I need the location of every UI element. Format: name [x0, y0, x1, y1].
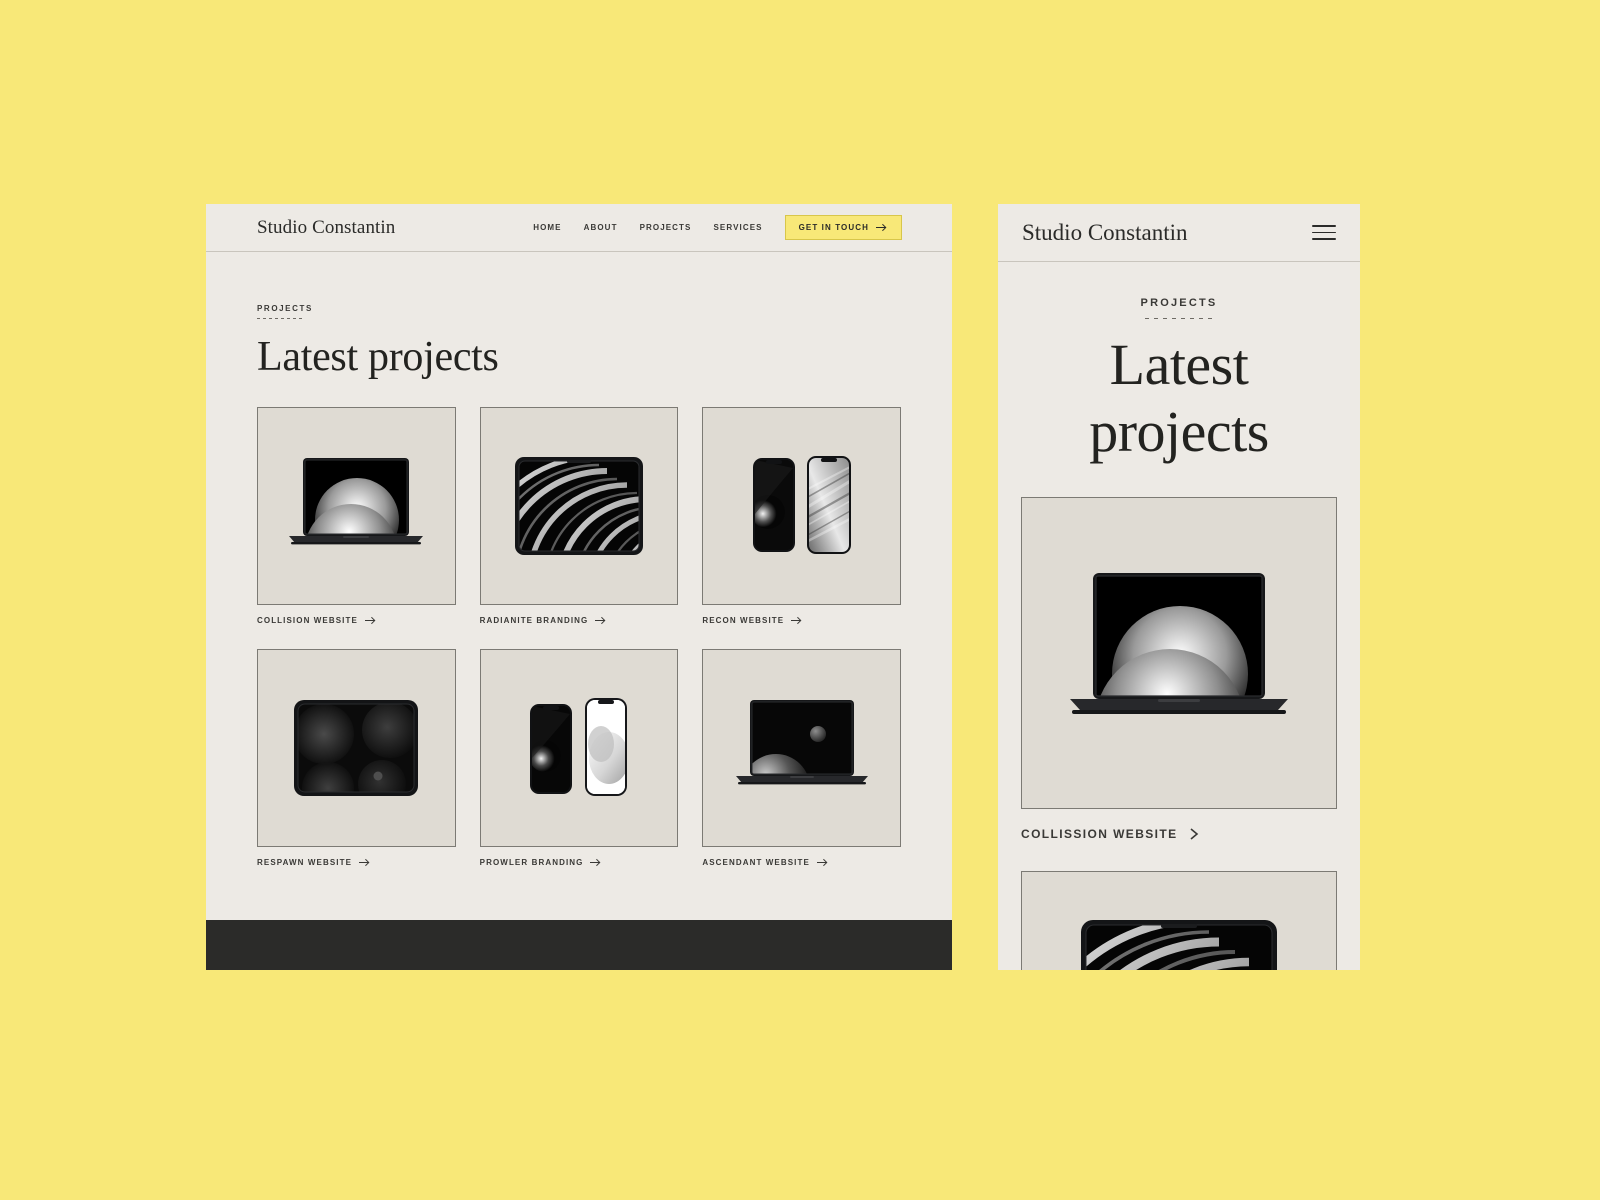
desktop-main: PROJECTS Latest projects COLLISION WEBSI… [206, 252, 952, 867]
project-card[interactable]: ASCENDANT WEBSITE [702, 649, 901, 867]
project-caption[interactable]: RESPAWN WEBSITE [257, 858, 456, 867]
project-title: RADIANITE BRANDING [479, 616, 589, 625]
arrow-right-icon [364, 616, 376, 625]
project-title: RESPAWN WEBSITE [257, 858, 353, 867]
project-thumbnail [702, 649, 901, 847]
eyebrow-dashed-rule [257, 318, 304, 319]
project-caption[interactable]: RADIANITE BRANDING [480, 616, 679, 625]
nav-item-home[interactable]: HOME [533, 223, 561, 232]
project-title: PROWLER BRANDING [479, 858, 584, 867]
nav-item-about[interactable]: ABOUT [584, 223, 618, 232]
project-card[interactable]: PROWLER BRANDING [479, 649, 679, 867]
projects-grid: COLLISION WEBSITE RADIANITE BRANDING REC… [257, 407, 901, 867]
project-caption[interactable]: PROWLER BRANDING [480, 858, 679, 867]
desktop-nav: HOME ABOUT PROJECTS SERVICES GET IN TOUC… [511, 215, 902, 240]
page-title: Latest projects [1089, 332, 1269, 464]
laptop-planet-moon-artwork [735, 700, 868, 785]
project-card[interactable]: RESPAWN WEBSITE [257, 649, 456, 867]
desktop-header: Studio Constantin HOME ABOUT PROJECTS SE… [206, 204, 952, 252]
project-thumbnail [1021, 871, 1337, 970]
project-title: RECON WEBSITE [702, 616, 785, 625]
brand-wordmark[interactable]: Studio Constantin [1022, 220, 1188, 246]
project-card[interactable]: COLLISSION WEBSITE [1021, 497, 1337, 841]
cta-label: GET IN TOUCH [798, 223, 869, 232]
tablet-diagonal-stripes-artwork [514, 457, 643, 555]
arrow-right-icon [595, 616, 606, 625]
eyebrow-dashed-rule [1145, 318, 1213, 319]
hamburger-menu-icon[interactable] [1312, 225, 1336, 240]
tablet-dark-blobs-artwork [294, 700, 419, 796]
project-thumbnail [1021, 497, 1337, 809]
project-title: ASCENDANT WEBSITE [702, 858, 810, 867]
project-card[interactable]: RECON WEBSITE [702, 407, 901, 625]
nav-item-projects[interactable]: PROJECTS [640, 223, 692, 232]
project-caption[interactable]: COLLISION WEBSITE [257, 616, 456, 625]
brand-wordmark[interactable]: Studio Constantin [257, 217, 395, 239]
section-eyebrow: PROJECTS [257, 304, 313, 313]
project-title: COLLISION WEBSITE [257, 616, 358, 625]
get-in-touch-button[interactable]: GET IN TOUCH [784, 215, 902, 240]
nav-item-services[interactable]: SERVICES [713, 223, 762, 232]
project-card[interactable]: COLLISION WEBSITE [257, 407, 456, 625]
page-title: Latest projects [257, 334, 499, 380]
mobile-mockup-frame: Studio Constantin PROJECTS Latest projec… [998, 204, 1360, 970]
project-caption[interactable]: COLLISSION WEBSITE [1021, 827, 1337, 841]
section-eyebrow: PROJECTS [1140, 297, 1218, 309]
mobile-main: PROJECTS Latest projects COLLISSION WEBS… [998, 262, 1360, 970]
project-thumbnail [257, 649, 456, 847]
arrow-right-icon [590, 858, 601, 867]
two-phones-dark-white-artwork [529, 698, 627, 796]
project-caption[interactable]: ASCENDANT WEBSITE [702, 858, 901, 867]
tablet-diagonal-stripes-artwork [1081, 920, 1277, 970]
project-thumbnail [257, 407, 456, 605]
arrow-right-icon [791, 616, 802, 625]
mobile-header: Studio Constantin [998, 204, 1360, 262]
project-thumbnail [702, 407, 901, 605]
project-card[interactable] [1021, 871, 1337, 970]
two-phones-dark-light-artwork [752, 456, 851, 554]
laptop-two-spheres-artwork [289, 457, 424, 544]
project-caption[interactable]: RECON WEBSITE [702, 616, 901, 625]
desktop-footer-band [206, 920, 952, 970]
project-thumbnail [479, 407, 679, 605]
project-card[interactable]: RADIANITE BRANDING [479, 407, 679, 625]
arrow-right-icon [876, 223, 887, 232]
arrow-right-icon [359, 858, 370, 867]
chevron-right-icon [1190, 828, 1198, 840]
arrow-right-icon [816, 858, 828, 867]
project-title: COLLISSION WEBSITE [1021, 827, 1178, 841]
desktop-mockup-frame: Studio Constantin HOME ABOUT PROJECTS SE… [206, 204, 952, 970]
laptop-two-spheres-artwork [1070, 573, 1288, 714]
project-thumbnail [479, 649, 679, 847]
